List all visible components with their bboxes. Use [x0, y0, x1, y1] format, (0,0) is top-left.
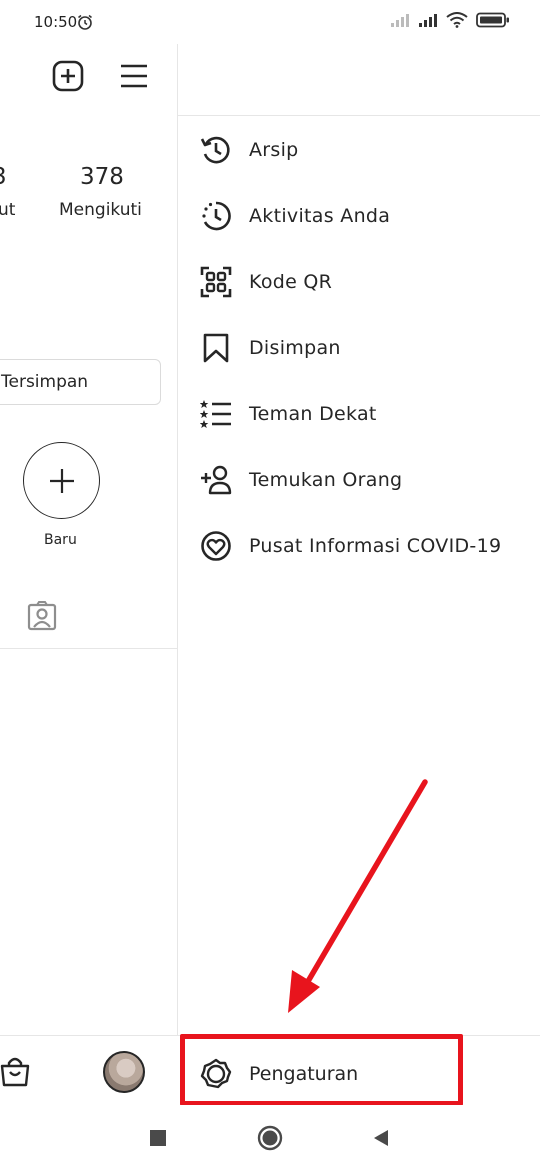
stat-following-label[interactable]: Mengikuti — [59, 200, 142, 220]
home-button[interactable] — [255, 1123, 285, 1153]
archive-icon — [200, 134, 232, 166]
new-post-button[interactable] — [50, 58, 86, 94]
covid-info-icon — [200, 530, 232, 562]
stat-followers-label[interactable]: ut — [0, 200, 15, 220]
stat-followers-number[interactable]: 3 — [0, 164, 7, 190]
close-friends-icon — [200, 398, 232, 430]
new-highlight-button[interactable] — [23, 442, 100, 519]
status-icons — [390, 12, 510, 28]
new-post-icon — [52, 60, 84, 92]
system-nav-bar — [0, 1105, 540, 1170]
status-time: 10:50 — [34, 13, 78, 31]
saved-button-label: Tersimpan — [1, 372, 89, 392]
back-button[interactable] — [366, 1123, 396, 1153]
saved-button[interactable]: Tersimpan — [0, 359, 161, 405]
menu-item-label: Disimpan — [249, 337, 341, 359]
stat-following-number[interactable]: 378 — [80, 164, 124, 190]
menu-item-label: Temukan Orang — [249, 469, 403, 491]
bottom-nav — [0, 1035, 178, 1105]
menu-item-label: Teman Dekat — [249, 403, 377, 425]
menu-drawer: Arsip Aktivitas Anda Kode QR Disimpan Te… — [178, 44, 540, 1105]
qr-code-icon — [200, 266, 232, 298]
tagged-icon[interactable] — [26, 600, 58, 632]
menu-item-qr-code[interactable]: Kode QR — [178, 256, 540, 308]
wifi-icon — [446, 12, 468, 28]
menu-item-discover-people[interactable]: Temukan Orang — [178, 454, 540, 506]
settings-label: Pengaturan — [249, 1063, 359, 1085]
settings-icon — [200, 1058, 232, 1090]
recents-button[interactable] — [143, 1123, 173, 1153]
menu-item-label: Arsip — [249, 139, 299, 161]
menu-item-saved[interactable]: Disimpan — [178, 322, 540, 374]
menu-item-label: Pusat Informasi COVID-19 — [249, 535, 502, 557]
status-bar: 10:50 — [0, 0, 540, 44]
bookmark-icon — [200, 332, 232, 364]
menu-icon — [121, 64, 147, 88]
menu-item-archive[interactable]: Arsip — [178, 124, 540, 176]
shop-icon[interactable] — [0, 1056, 32, 1088]
divider — [178, 115, 540, 116]
signal-icon — [391, 14, 409, 27]
menu-item-label: Aktivitas Anda — [249, 205, 391, 227]
signal-icon — [419, 14, 437, 27]
menu-item-activity[interactable]: Aktivitas Anda — [178, 190, 540, 242]
battery-icon — [476, 12, 509, 28]
new-highlight-label: Baru — [44, 532, 77, 548]
settings-button[interactable]: Pengaturan — [178, 1047, 540, 1101]
alarm-icon — [78, 14, 92, 30]
divider — [178, 1035, 540, 1036]
menu-item-label: Kode QR — [249, 271, 333, 293]
divider — [0, 648, 178, 649]
activity-icon — [200, 200, 232, 232]
back-icon — [374, 1130, 388, 1146]
profile-avatar[interactable] — [103, 1051, 145, 1093]
menu-button[interactable] — [116, 58, 152, 94]
menu-item-close-friends[interactable]: Teman Dekat — [178, 388, 540, 440]
menu-item-covid-info[interactable]: Pusat Informasi COVID-19 — [178, 520, 540, 572]
recents-icon — [150, 1130, 166, 1146]
home-icon — [257, 1125, 283, 1151]
plus-icon — [49, 468, 74, 493]
profile-pane: 3 ut 378 Mengikuti — [0, 44, 178, 1104]
discover-people-icon — [200, 464, 232, 496]
